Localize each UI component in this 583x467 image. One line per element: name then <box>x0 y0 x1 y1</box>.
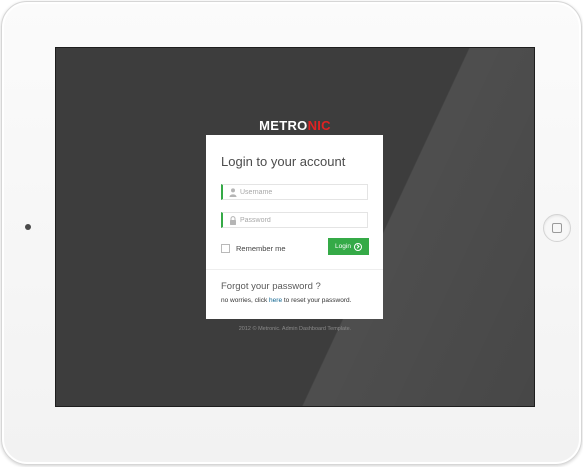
logo-text-red: NIC <box>307 118 331 133</box>
login-button[interactable]: Login <box>328 238 369 255</box>
lock-icon <box>230 216 236 225</box>
logo-text-white: METRO <box>259 118 308 133</box>
remember-label: Remember me <box>236 243 286 253</box>
tablet-screen: METRONIC Login to your account Username … <box>55 47 535 407</box>
login-title: Login to your account <box>221 154 346 169</box>
home-square-icon <box>552 223 562 233</box>
login-card: Login to your account Remember me <box>206 135 383 319</box>
login-button-label: Login <box>335 243 351 250</box>
forgot-text: no worries, click here to reset your pas… <box>221 297 351 304</box>
remember-checkbox[interactable] <box>221 243 230 253</box>
forgot-title: Forgot your password ? <box>221 281 321 292</box>
metronic-logo: METRONIC <box>56 118 534 133</box>
username-input[interactable] <box>240 185 365 199</box>
forgot-text-before: no worries, click <box>221 297 270 304</box>
forgot-text-after: to reset your password. <box>282 297 352 304</box>
camera-icon <box>25 224 31 230</box>
user-icon <box>229 188 237 197</box>
tablet-frame: METRONIC Login to your account Username … <box>1 1 582 465</box>
card-divider <box>206 269 383 270</box>
password-field[interactable] <box>221 212 368 228</box>
password-input[interactable] <box>240 213 365 227</box>
copyright-footer: 2012 © Metronic. Admin Dashboard Templat… <box>238 326 352 332</box>
remember-me[interactable]: Remember me <box>221 243 286 253</box>
home-button[interactable] <box>543 214 571 242</box>
reset-link[interactable]: here <box>269 297 282 304</box>
username-field[interactable] <box>221 184 368 200</box>
circle-arrow-right-icon <box>353 242 362 251</box>
